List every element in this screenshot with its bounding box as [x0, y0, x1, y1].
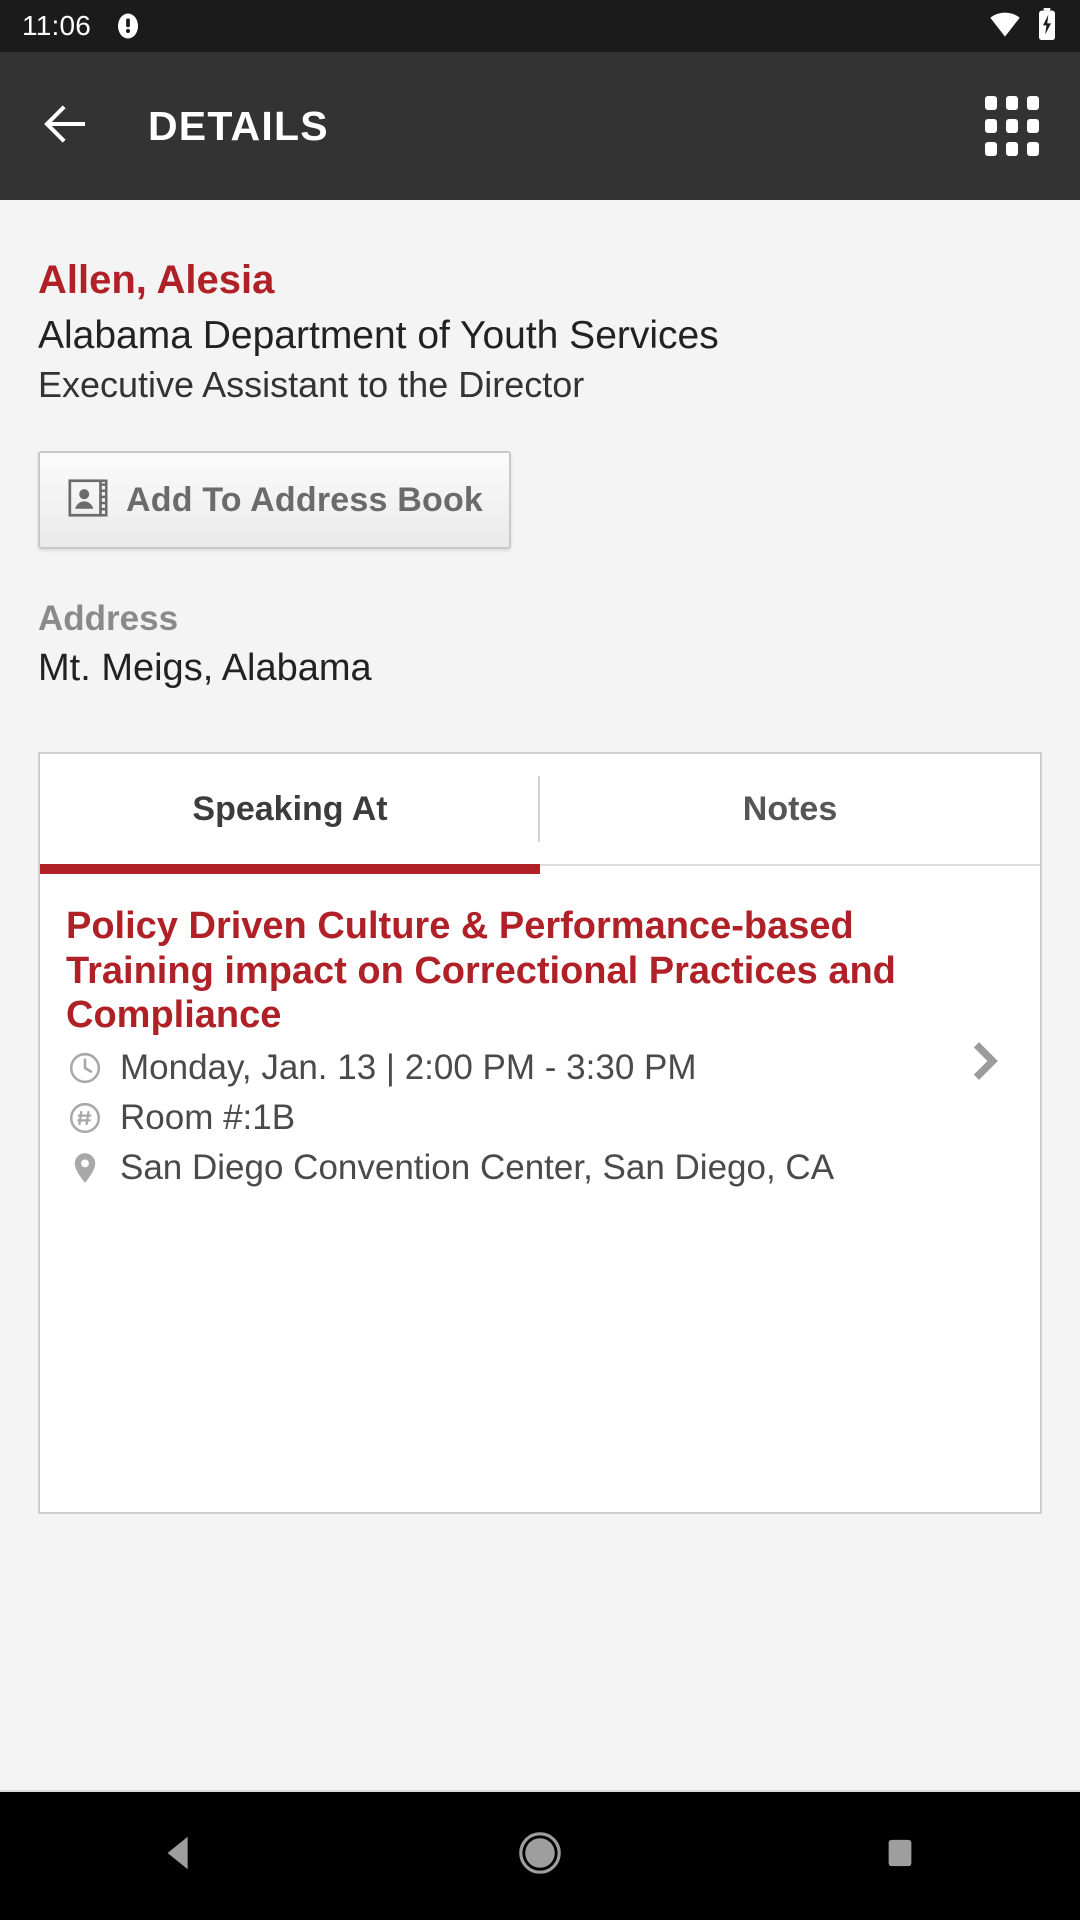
app-bar: DETAILS: [0, 52, 1080, 200]
session-list-item[interactable]: Policy Driven Culture & Performance-base…: [40, 866, 1040, 1187]
person-organization: Alabama Department of Youth Services: [38, 313, 719, 357]
session-room-row: Room #:1B: [66, 1098, 946, 1138]
session-room: Room #:1B: [120, 1097, 296, 1137]
tab-notes[interactable]: Notes: [540, 754, 1040, 864]
status-bar: 11:06: [0, 0, 1080, 52]
session-title: Policy Driven Culture & Performance-base…: [66, 905, 896, 1037]
hash-circle-icon: [66, 1099, 104, 1137]
add-to-address-book-button[interactable]: Add To Address Book: [38, 451, 512, 550]
nav-recents-button[interactable]: [825, 1790, 975, 1920]
address-label: Address: [38, 599, 179, 639]
nav-home-button[interactable]: [465, 1790, 615, 1920]
nav-recents-square-icon: [879, 1832, 921, 1879]
session-venue-row: San Diego Convention Center, San Diego, …: [66, 1148, 946, 1188]
person-name: Allen, Alesia: [38, 258, 275, 302]
session-time-row: Monday, Jan. 13 | 2:00 PM - 3:30 PM: [66, 1048, 946, 1088]
android-navigation-bar: [0, 1790, 1080, 1920]
wifi-icon: [988, 10, 1022, 43]
address-value: Mt. Meigs, Alabama: [38, 647, 372, 690]
nav-bar-separator: [0, 1790, 1080, 1792]
status-bar-clock: 11:06: [22, 10, 91, 41]
details-content: Allen, Alesia Alabama Department of Yout…: [0, 200, 1080, 1515]
nav-home-circle-icon: [516, 1829, 564, 1882]
battery-charging-icon: [1036, 7, 1058, 45]
nav-back-triangle-icon: [157, 1830, 203, 1881]
person-job-title: Executive Assistant to the Director: [38, 364, 585, 406]
apps-grid-icon[interactable]: [980, 94, 1044, 158]
notification-icon: [113, 11, 143, 41]
sessions-card: Speaking At Notes Policy Driven Culture …: [38, 752, 1042, 1515]
clock-icon: [66, 1049, 104, 1087]
session-time: Monday, Jan. 13 | 2:00 PM - 3:30 PM: [120, 1047, 697, 1087]
phone-screen: 11:06 DETAILS Allen, Alesia Alabama Depa…: [0, 0, 1080, 1920]
add-to-address-book-label: Add To Address Book: [126, 480, 484, 519]
contact-card-icon: [66, 475, 112, 526]
arrow-back-icon: [38, 97, 92, 156]
tab-bar: Speaking At Notes: [40, 754, 1040, 875]
status-bar-right-icons: [988, 7, 1058, 45]
chevron-right-icon[interactable]: [946, 1035, 1022, 1087]
nav-back-button[interactable]: [105, 1790, 255, 1920]
tab-notes-label: Notes: [742, 789, 838, 828]
page-title: DETAILS: [148, 102, 329, 149]
location-pin-icon: [66, 1149, 104, 1187]
session-venue: San Diego Convention Center, San Diego, …: [120, 1147, 835, 1187]
tab-speaking-at-label: Speaking At: [192, 789, 388, 828]
back-button[interactable]: [36, 97, 94, 155]
session-details: Policy Driven Culture & Performance-base…: [66, 904, 946, 1187]
tab-speaking-at[interactable]: Speaking At: [40, 754, 540, 875]
